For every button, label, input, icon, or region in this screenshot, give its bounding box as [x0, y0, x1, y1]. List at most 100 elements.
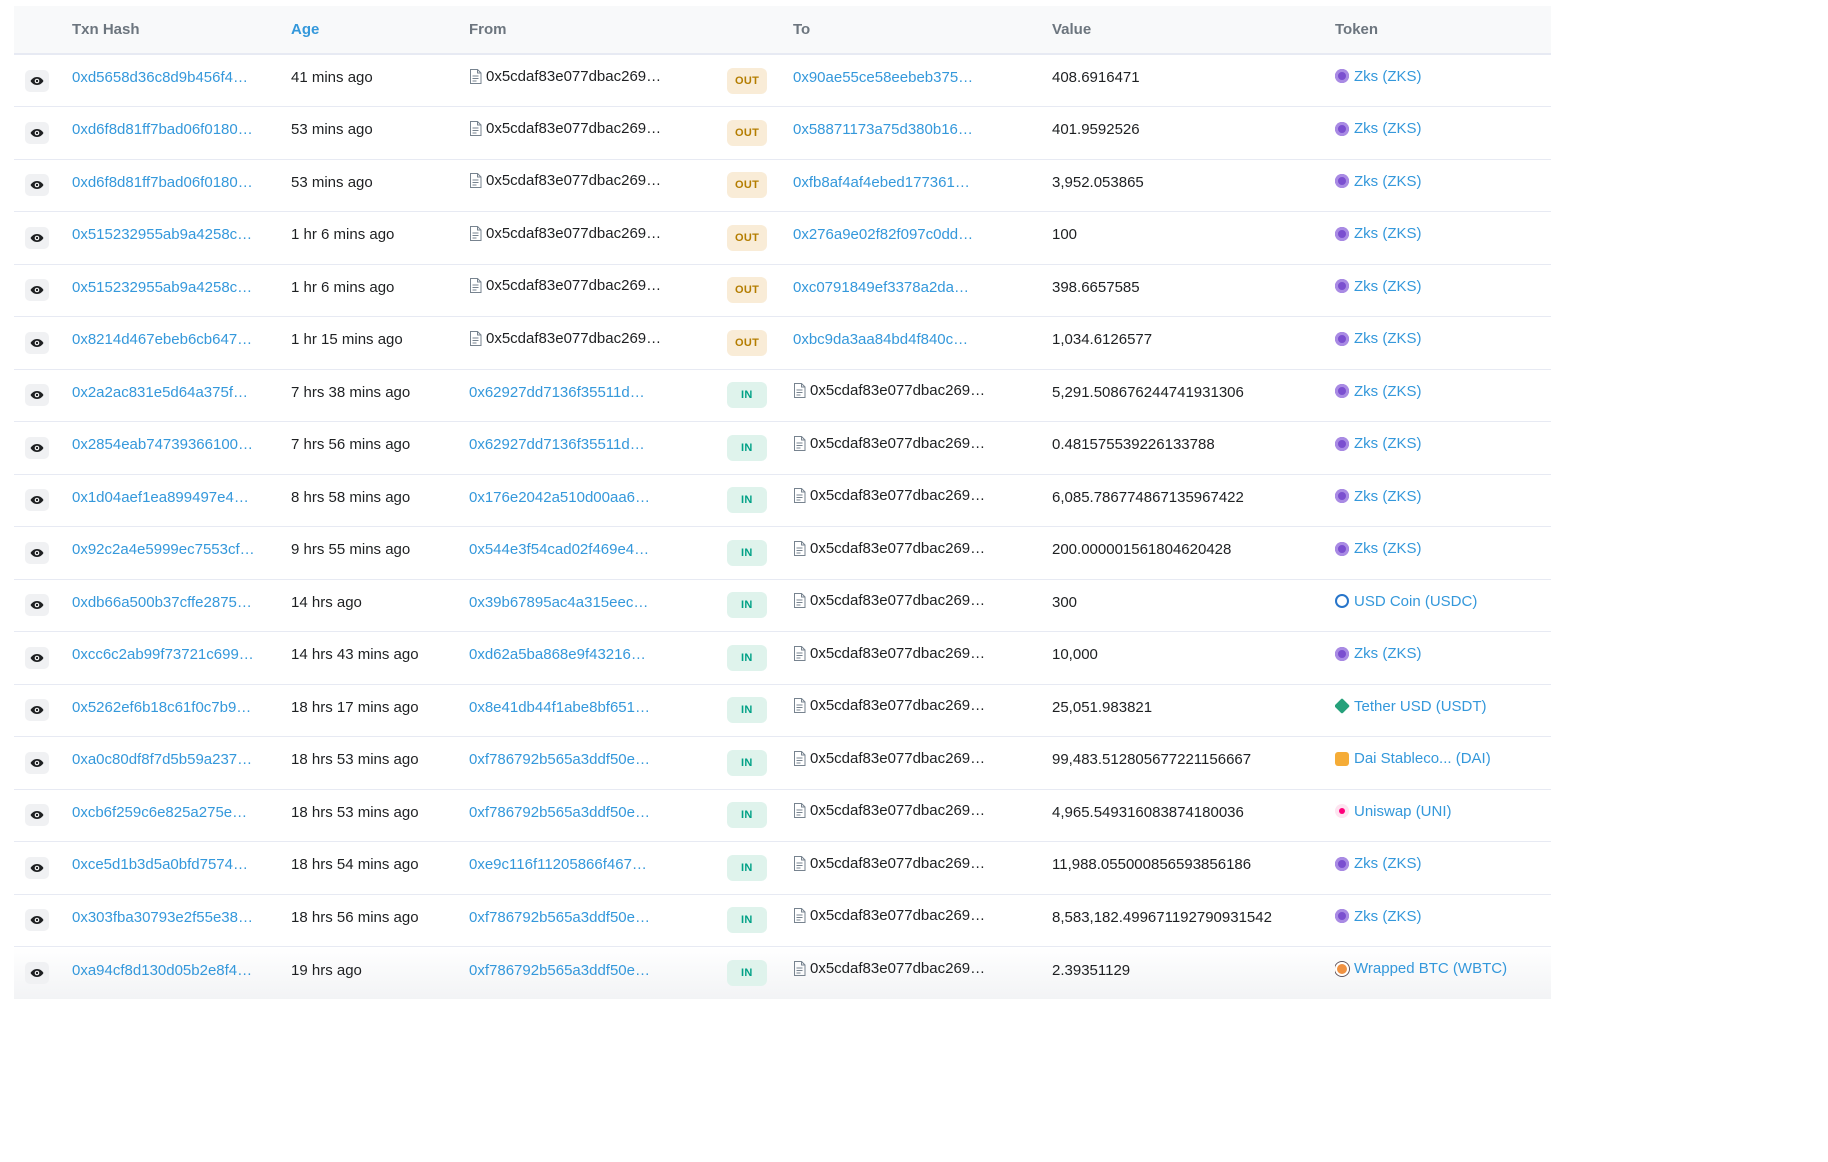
view-details-button[interactable] — [25, 804, 49, 827]
token-link[interactable]: Zks (ZKS) — [1335, 383, 1422, 400]
from-address-link[interactable]: 0xd62a5ba868e9f43216… — [469, 646, 646, 663]
view-details-button[interactable] — [25, 909, 49, 932]
from-address-link[interactable]: 0x5cdaf83e077dbac269… — [486, 225, 661, 242]
from-address-link[interactable]: 0x5cdaf83e077dbac269… — [486, 330, 661, 347]
from-cell: 0x39b67895ac4a315eec… — [469, 579, 726, 632]
view-details-button[interactable] — [25, 384, 49, 407]
from-cell: 0x62927dd7136f35511d… — [469, 369, 726, 422]
view-details-button[interactable] — [25, 436, 49, 459]
token-link[interactable]: Zks (ZKS) — [1335, 225, 1422, 242]
txn-hash-link[interactable]: 0x303fba30793e2f55e38… — [72, 909, 291, 926]
token-link[interactable]: Dai Stableco... (DAI) — [1335, 750, 1491, 767]
txn-hash-link[interactable]: 0x2854eab74739366100… — [72, 436, 291, 453]
view-details-button[interactable] — [25, 856, 49, 879]
token-link[interactable]: Zks (ZKS) — [1335, 68, 1422, 85]
token-link[interactable]: Zks (ZKS) — [1335, 330, 1422, 347]
view-details-button[interactable] — [25, 489, 49, 512]
from-address-link[interactable]: 0x5cdaf83e077dbac269… — [486, 277, 661, 294]
token-link[interactable]: Zks (ZKS) — [1335, 278, 1422, 295]
token-link[interactable]: Zks (ZKS) — [1335, 120, 1422, 137]
to-address-link[interactable]: 0xc0791849ef3378a2da… — [793, 279, 969, 296]
from-address-link[interactable]: 0x544e3f54cad02f469e4… — [469, 541, 649, 558]
to-address-link[interactable]: 0x5cdaf83e077dbac269… — [810, 645, 985, 662]
from-address-link[interactable]: 0x176e2042a510d00aa6… — [469, 489, 650, 506]
token-link[interactable]: Zks (ZKS) — [1335, 173, 1422, 190]
token-link[interactable]: Zks (ZKS) — [1335, 855, 1422, 872]
view-details-button[interactable] — [25, 646, 49, 669]
view-details-button[interactable] — [25, 279, 49, 302]
to-address-link[interactable]: 0x276a9e02f82f097c0dd… — [793, 226, 973, 243]
from-address-link[interactable]: 0xf786792b565a3ddf50e… — [469, 909, 650, 926]
from-address-link[interactable]: 0x5cdaf83e077dbac269… — [486, 120, 661, 137]
txn-hash-link[interactable]: 0xa0c80df8f7d5b59a237… — [72, 751, 291, 768]
txn-hash-link[interactable]: 0xd6f8d81ff7bad06f0180… — [72, 121, 291, 138]
txn-hash-link[interactable]: 0x5262ef6b18c61f0c7b9… — [72, 699, 291, 716]
header-age-toggle[interactable]: Age — [291, 6, 469, 54]
view-details-button[interactable] — [25, 226, 49, 249]
age-cell: 1 hr 6 mins ago — [291, 264, 469, 317]
txn-hash-link[interactable]: 0x515232955ab9a4258c… — [72, 226, 291, 243]
to-address-link[interactable]: 0xfb8af4af4ebed177361… — [793, 174, 970, 191]
txn-hash-link[interactable]: 0x515232955ab9a4258c… — [72, 279, 291, 296]
to-address-link[interactable]: 0x5cdaf83e077dbac269… — [810, 540, 985, 557]
to-address-link[interactable]: 0x58871173a75d380b16… — [793, 121, 973, 138]
token-link[interactable]: Tether USD (USDT) — [1335, 698, 1487, 715]
txn-hash-cell: 0xd5658d36c8d9b456f4… — [72, 54, 291, 107]
txn-hash-link[interactable]: 0xa94cf8d130d05b2e8f4… — [72, 962, 291, 979]
from-address-link[interactable]: 0xe9c116f11205866f467… — [469, 856, 647, 873]
view-details-button[interactable] — [25, 594, 49, 617]
from-address-link[interactable]: 0x5cdaf83e077dbac269… — [486, 68, 661, 85]
from-address-link[interactable]: 0x8e41db44f1abe8bf651… — [469, 699, 650, 716]
txn-hash-link[interactable]: 0xd5658d36c8d9b456f4… — [72, 69, 291, 86]
to-address-link[interactable]: 0x5cdaf83e077dbac269… — [810, 802, 985, 819]
txn-hash-link[interactable]: 0xcc6c2ab99f73721c699… — [72, 646, 291, 663]
token-link[interactable]: Wrapped BTC (WBTC) — [1335, 960, 1507, 977]
token-link[interactable]: Zks (ZKS) — [1335, 645, 1422, 662]
view-details-button[interactable] — [25, 331, 49, 354]
from-address-link[interactable]: 0x62927dd7136f35511d… — [469, 384, 645, 401]
to-address-link[interactable]: 0xbc9da3aa84bd4f840c… — [793, 331, 968, 348]
txn-hash-link[interactable]: 0xdb66a500b37cffe2875… — [72, 594, 291, 611]
token-link[interactable]: Zks (ZKS) — [1335, 540, 1422, 557]
to-address-link[interactable]: 0x90ae55ce58eebeb375… — [793, 69, 973, 86]
txn-hash-link[interactable]: 0x92c2a4e5999ec7553cf… — [72, 541, 291, 558]
txn-hash-link[interactable]: 0xd6f8d81ff7bad06f0180… — [72, 174, 291, 191]
view-details-button[interactable] — [25, 962, 49, 984]
from-address-link[interactable]: 0xf786792b565a3ddf50e… — [469, 962, 650, 979]
txn-hash-link[interactable]: 0x2a2ac831e5d64a375f… — [72, 384, 291, 401]
to-cell: 0x5cdaf83e077dbac269… — [793, 947, 1052, 1000]
token-link[interactable]: USD Coin (USDC) — [1335, 593, 1477, 610]
to-address-link[interactable]: 0x5cdaf83e077dbac269… — [810, 750, 985, 767]
to-address-link[interactable]: 0x5cdaf83e077dbac269… — [810, 855, 985, 872]
direction-badge: IN — [727, 960, 767, 986]
txn-hash-link[interactable]: 0xcb6f259c6e825a275e… — [72, 804, 291, 821]
token-link[interactable]: Zks (ZKS) — [1335, 488, 1422, 505]
view-details-button[interactable] — [25, 541, 49, 564]
txn-hash-link[interactable]: 0xce5d1b3d5a0bfd7574… — [72, 856, 291, 873]
from-address-link[interactable]: 0xf786792b565a3ddf50e… — [469, 804, 650, 821]
txn-hash-cell: 0xcc6c2ab99f73721c699… — [72, 632, 291, 685]
to-address-link[interactable]: 0x5cdaf83e077dbac269… — [810, 907, 985, 924]
to-address-link[interactable]: 0x5cdaf83e077dbac269… — [810, 435, 985, 452]
view-details-button[interactable] — [25, 174, 49, 197]
to-address-link[interactable]: 0x5cdaf83e077dbac269… — [810, 592, 985, 609]
from-address-link[interactable]: 0x62927dd7136f35511d… — [469, 436, 645, 453]
from-address-link[interactable]: 0x5cdaf83e077dbac269… — [486, 172, 661, 189]
txn-hash-cell: 0xcb6f259c6e825a275e… — [72, 789, 291, 842]
from-address-link[interactable]: 0x39b67895ac4a315eec… — [469, 594, 648, 611]
to-address-link[interactable]: 0x5cdaf83e077dbac269… — [810, 382, 985, 399]
token-link[interactable]: Zks (ZKS) — [1335, 435, 1422, 452]
token-link[interactable]: Zks (ZKS) — [1335, 908, 1422, 925]
to-address-link[interactable]: 0x5cdaf83e077dbac269… — [810, 697, 985, 714]
txn-hash-link[interactable]: 0x1d04aef1ea899497e4… — [72, 489, 291, 506]
view-details-button[interactable] — [25, 699, 49, 722]
view-details-button[interactable] — [25, 751, 49, 774]
view-details-button[interactable] — [25, 121, 49, 144]
to-address-link[interactable]: 0x5cdaf83e077dbac269… — [810, 487, 985, 504]
value-text: 11,988.055000856593856186 — [1052, 856, 1252, 874]
view-details-button[interactable] — [25, 69, 49, 92]
txn-hash-link[interactable]: 0x8214d467ebeb6cb647… — [72, 331, 291, 348]
from-address-link[interactable]: 0xf786792b565a3ddf50e… — [469, 751, 650, 768]
token-link[interactable]: Uniswap (UNI) — [1335, 803, 1452, 820]
to-address-link[interactable]: 0x5cdaf83e077dbac269… — [810, 960, 985, 977]
